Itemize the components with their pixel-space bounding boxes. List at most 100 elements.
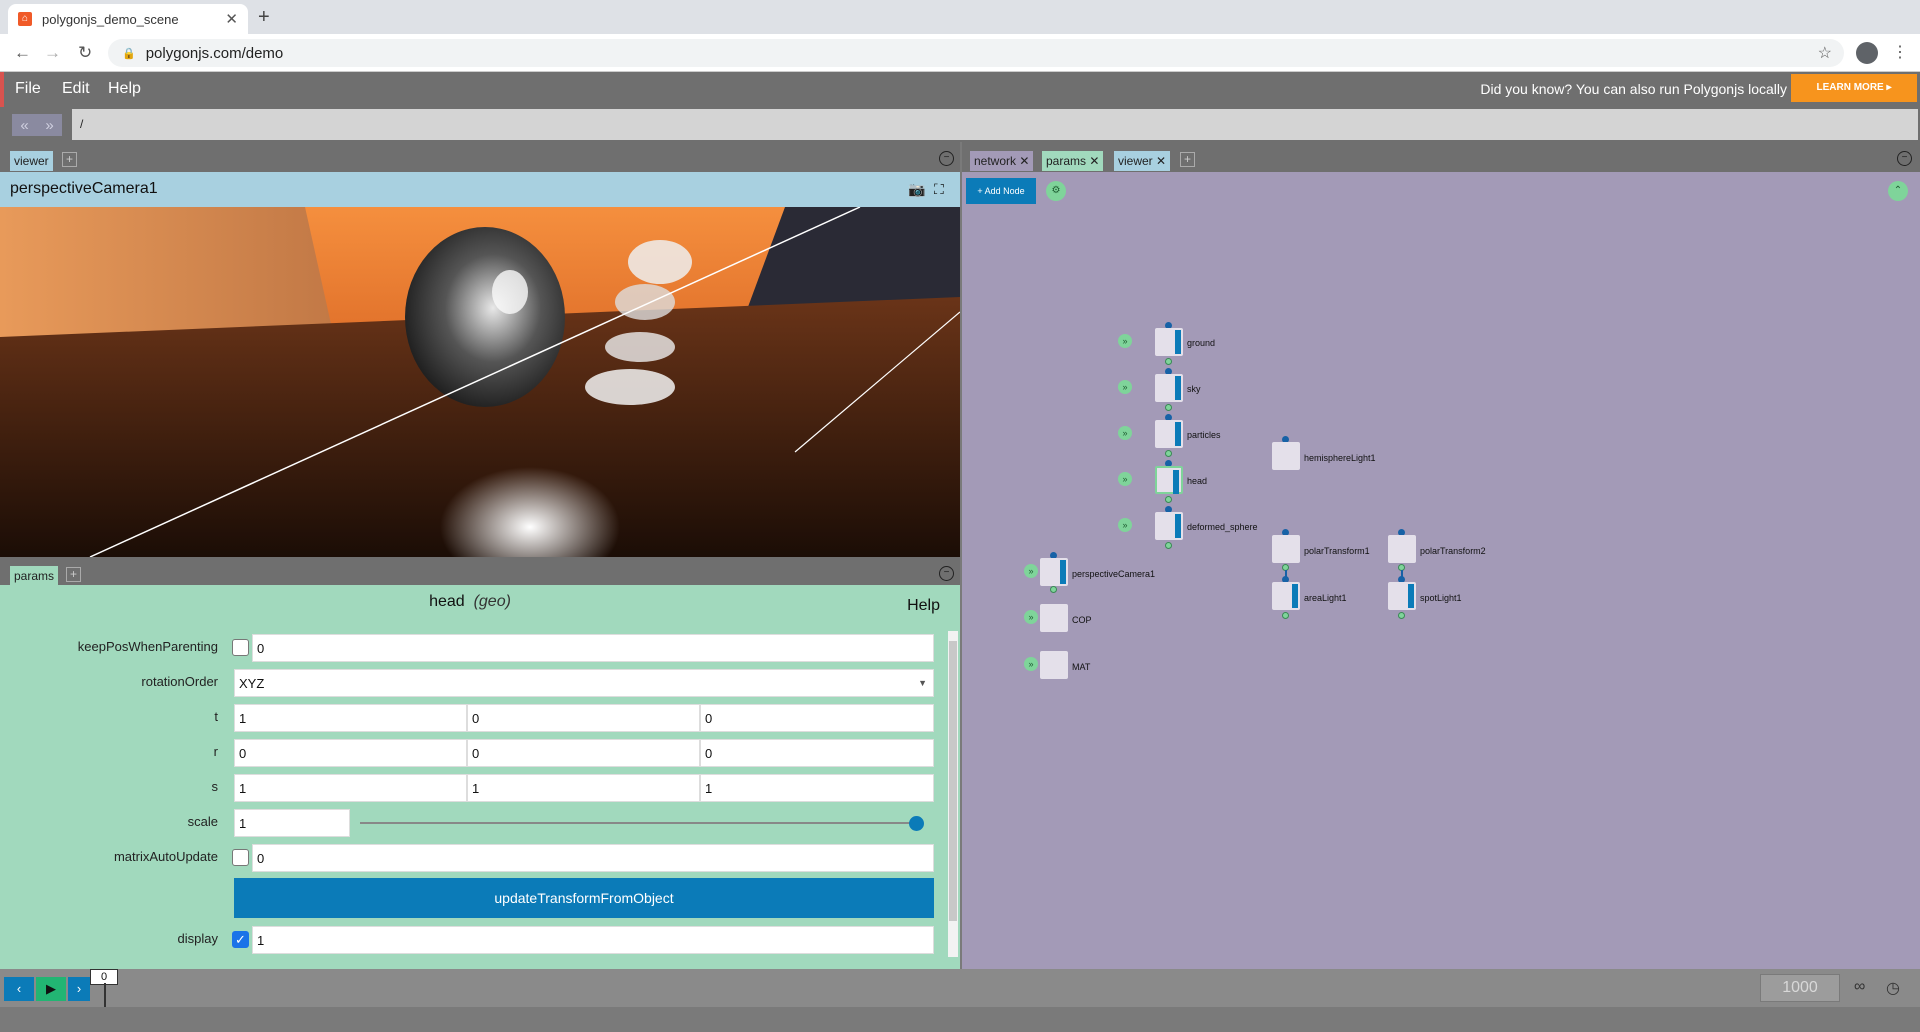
3d-viewport[interactable] [0,207,960,557]
screenshot-camera-icon[interactable]: 📷 [908,181,925,198]
output-dot[interactable] [1165,496,1172,503]
node-spotLight1[interactable] [1388,582,1416,610]
node-polarTransform2[interactable] [1388,535,1416,563]
tab-viewer-right[interactable]: viewer ✕ [1114,151,1171,171]
history-forward-icon[interactable]: » [45,117,53,134]
url-field[interactable]: 🔒 polygonjs.com/demo ☆ [108,39,1844,67]
node-MAT[interactable] [1040,651,1068,679]
param-label: display [177,931,218,946]
add-network-tab-button[interactable]: + [1180,152,1195,167]
output-dot[interactable] [1050,586,1057,593]
display-flag-icon[interactable]: » [1024,610,1038,624]
output-dot[interactable] [1165,358,1172,365]
node-perspectiveCamera1[interactable] [1040,558,1068,586]
display-flag-icon[interactable]: » [1118,334,1132,348]
back-icon[interactable]: ← [14,43,31,63]
r-z-input[interactable]: 0 [700,739,934,767]
reload-icon[interactable]: ↻ [78,43,92,63]
close-tab-icon[interactable]: ✕ [1089,154,1099,168]
node-polarTransform1[interactable] [1272,535,1300,563]
menu-help[interactable]: Help [108,80,141,98]
history-arrows[interactable]: « » [12,114,62,136]
learn-more-button[interactable]: LEARN MORE ▸ [1791,74,1917,102]
scale-slider-track[interactable] [360,822,916,824]
node-particles[interactable] [1155,420,1183,448]
browser-menu-icon[interactable]: ⋮ [1892,42,1908,62]
previous-frame-button[interactable]: ‹ [4,977,34,1001]
clock-icon[interactable]: ◷ [1886,978,1900,998]
matrixAutoUpdate-input[interactable]: 0 [252,844,934,872]
node-head[interactable] [1155,466,1183,494]
close-tab-icon[interactable]: ✕ [225,10,238,28]
output-dot[interactable] [1398,612,1405,619]
add-params-tab-button[interactable]: + [66,567,81,582]
network-editor[interactable]: + Add Node ⚙ ⌃ » ground » sky » particle… [962,172,1920,969]
tab-network[interactable]: network ✕ [970,151,1034,171]
path-input[interactable]: / [72,109,1918,140]
scale-slider-knob[interactable] [909,816,924,831]
display-input[interactable]: 1 [252,926,934,954]
node-hemisphereLight1[interactable] [1272,442,1300,470]
fullscreen-icon[interactable]: ⛶ [934,181,944,198]
tab-params[interactable]: params [10,566,59,586]
profile-avatar-icon[interactable] [1856,42,1878,64]
node-areaLight1[interactable] [1272,582,1300,610]
display-flag-icon[interactable]: » [1118,518,1132,532]
forward-icon[interactable]: → [44,43,61,63]
next-frame-button[interactable]: › [68,977,90,1001]
add-node-button[interactable]: + Add Node [966,178,1036,204]
menu-file[interactable]: File [15,80,41,98]
display-flag-icon[interactable]: » [1118,472,1132,486]
node-label: polarTransform2 [1420,546,1486,556]
tab-params-right[interactable]: params ✕ [1042,151,1104,171]
s-z-input[interactable]: 1 [700,774,934,802]
keepPosWhenParenting-input[interactable]: 0 [252,634,934,662]
collapse-network-icon[interactable]: − [1897,151,1912,166]
loop-infinity-icon[interactable]: ∞ [1854,978,1865,996]
add-panel-tab-button[interactable]: + [62,152,77,167]
expand-up-icon[interactable]: ⌃ [1888,181,1908,201]
scale-input[interactable]: 1 [234,809,350,837]
params-scrollbar[interactable] [948,631,958,957]
node-sky[interactable] [1155,374,1183,402]
layout-nodes-icon[interactable]: ⚙ [1046,181,1066,201]
r-x-input[interactable]: 0 [234,739,467,767]
t-y-input[interactable]: 0 [467,704,700,732]
browser-tab[interactable]: ⌂ polygonjs_demo_scene ✕ [8,4,248,34]
rotationOrder-select[interactable]: XYZ ▼ [234,669,934,697]
output-dot[interactable] [1165,542,1172,549]
collapse-params-icon[interactable]: − [939,566,954,581]
play-button[interactable]: ▶ [36,977,66,1001]
display-flag-icon[interactable]: » [1024,564,1038,578]
update-transform-button[interactable]: updateTransformFromObject [234,878,934,918]
params-scrollbar-thumb[interactable] [949,641,957,921]
keepPosWhenParenting-checkbox[interactable] [232,639,249,656]
node-COP[interactable] [1040,604,1068,632]
r-y-input[interactable]: 0 [467,739,700,767]
bookmark-star-icon[interactable]: ☆ [1818,43,1832,63]
matrixAutoUpdate-checkbox[interactable] [232,849,249,866]
output-dot[interactable] [1165,404,1172,411]
close-tab-icon[interactable]: ✕ [1156,154,1166,168]
s-y-input[interactable]: 1 [467,774,700,802]
node-deformed-sphere[interactable] [1155,512,1183,540]
display-flag-icon[interactable]: » [1024,657,1038,671]
tab-viewer[interactable]: viewer [10,151,53,171]
new-tab-button[interactable]: + [258,6,270,29]
playhead[interactable] [104,983,106,1007]
display-checkbox[interactable]: ✓ [232,931,249,948]
t-x-input[interactable]: 1 [234,704,467,732]
output-dot[interactable] [1282,612,1289,619]
s-x-input[interactable]: 1 [234,774,467,802]
output-dot[interactable] [1165,450,1172,457]
close-tab-icon[interactable]: ✕ [1019,154,1029,168]
display-flag-icon[interactable]: » [1118,426,1132,440]
t-z-input[interactable]: 0 [700,704,934,732]
menu-edit[interactable]: Edit [62,80,90,98]
display-flag-icon[interactable]: » [1118,380,1132,394]
history-back-icon[interactable]: « [20,117,28,134]
node-ground[interactable] [1155,328,1183,356]
end-frame-input[interactable]: 1000 [1760,974,1840,1002]
collapse-panel-icon[interactable]: − [939,151,954,166]
params-help-link[interactable]: Help [907,597,940,615]
